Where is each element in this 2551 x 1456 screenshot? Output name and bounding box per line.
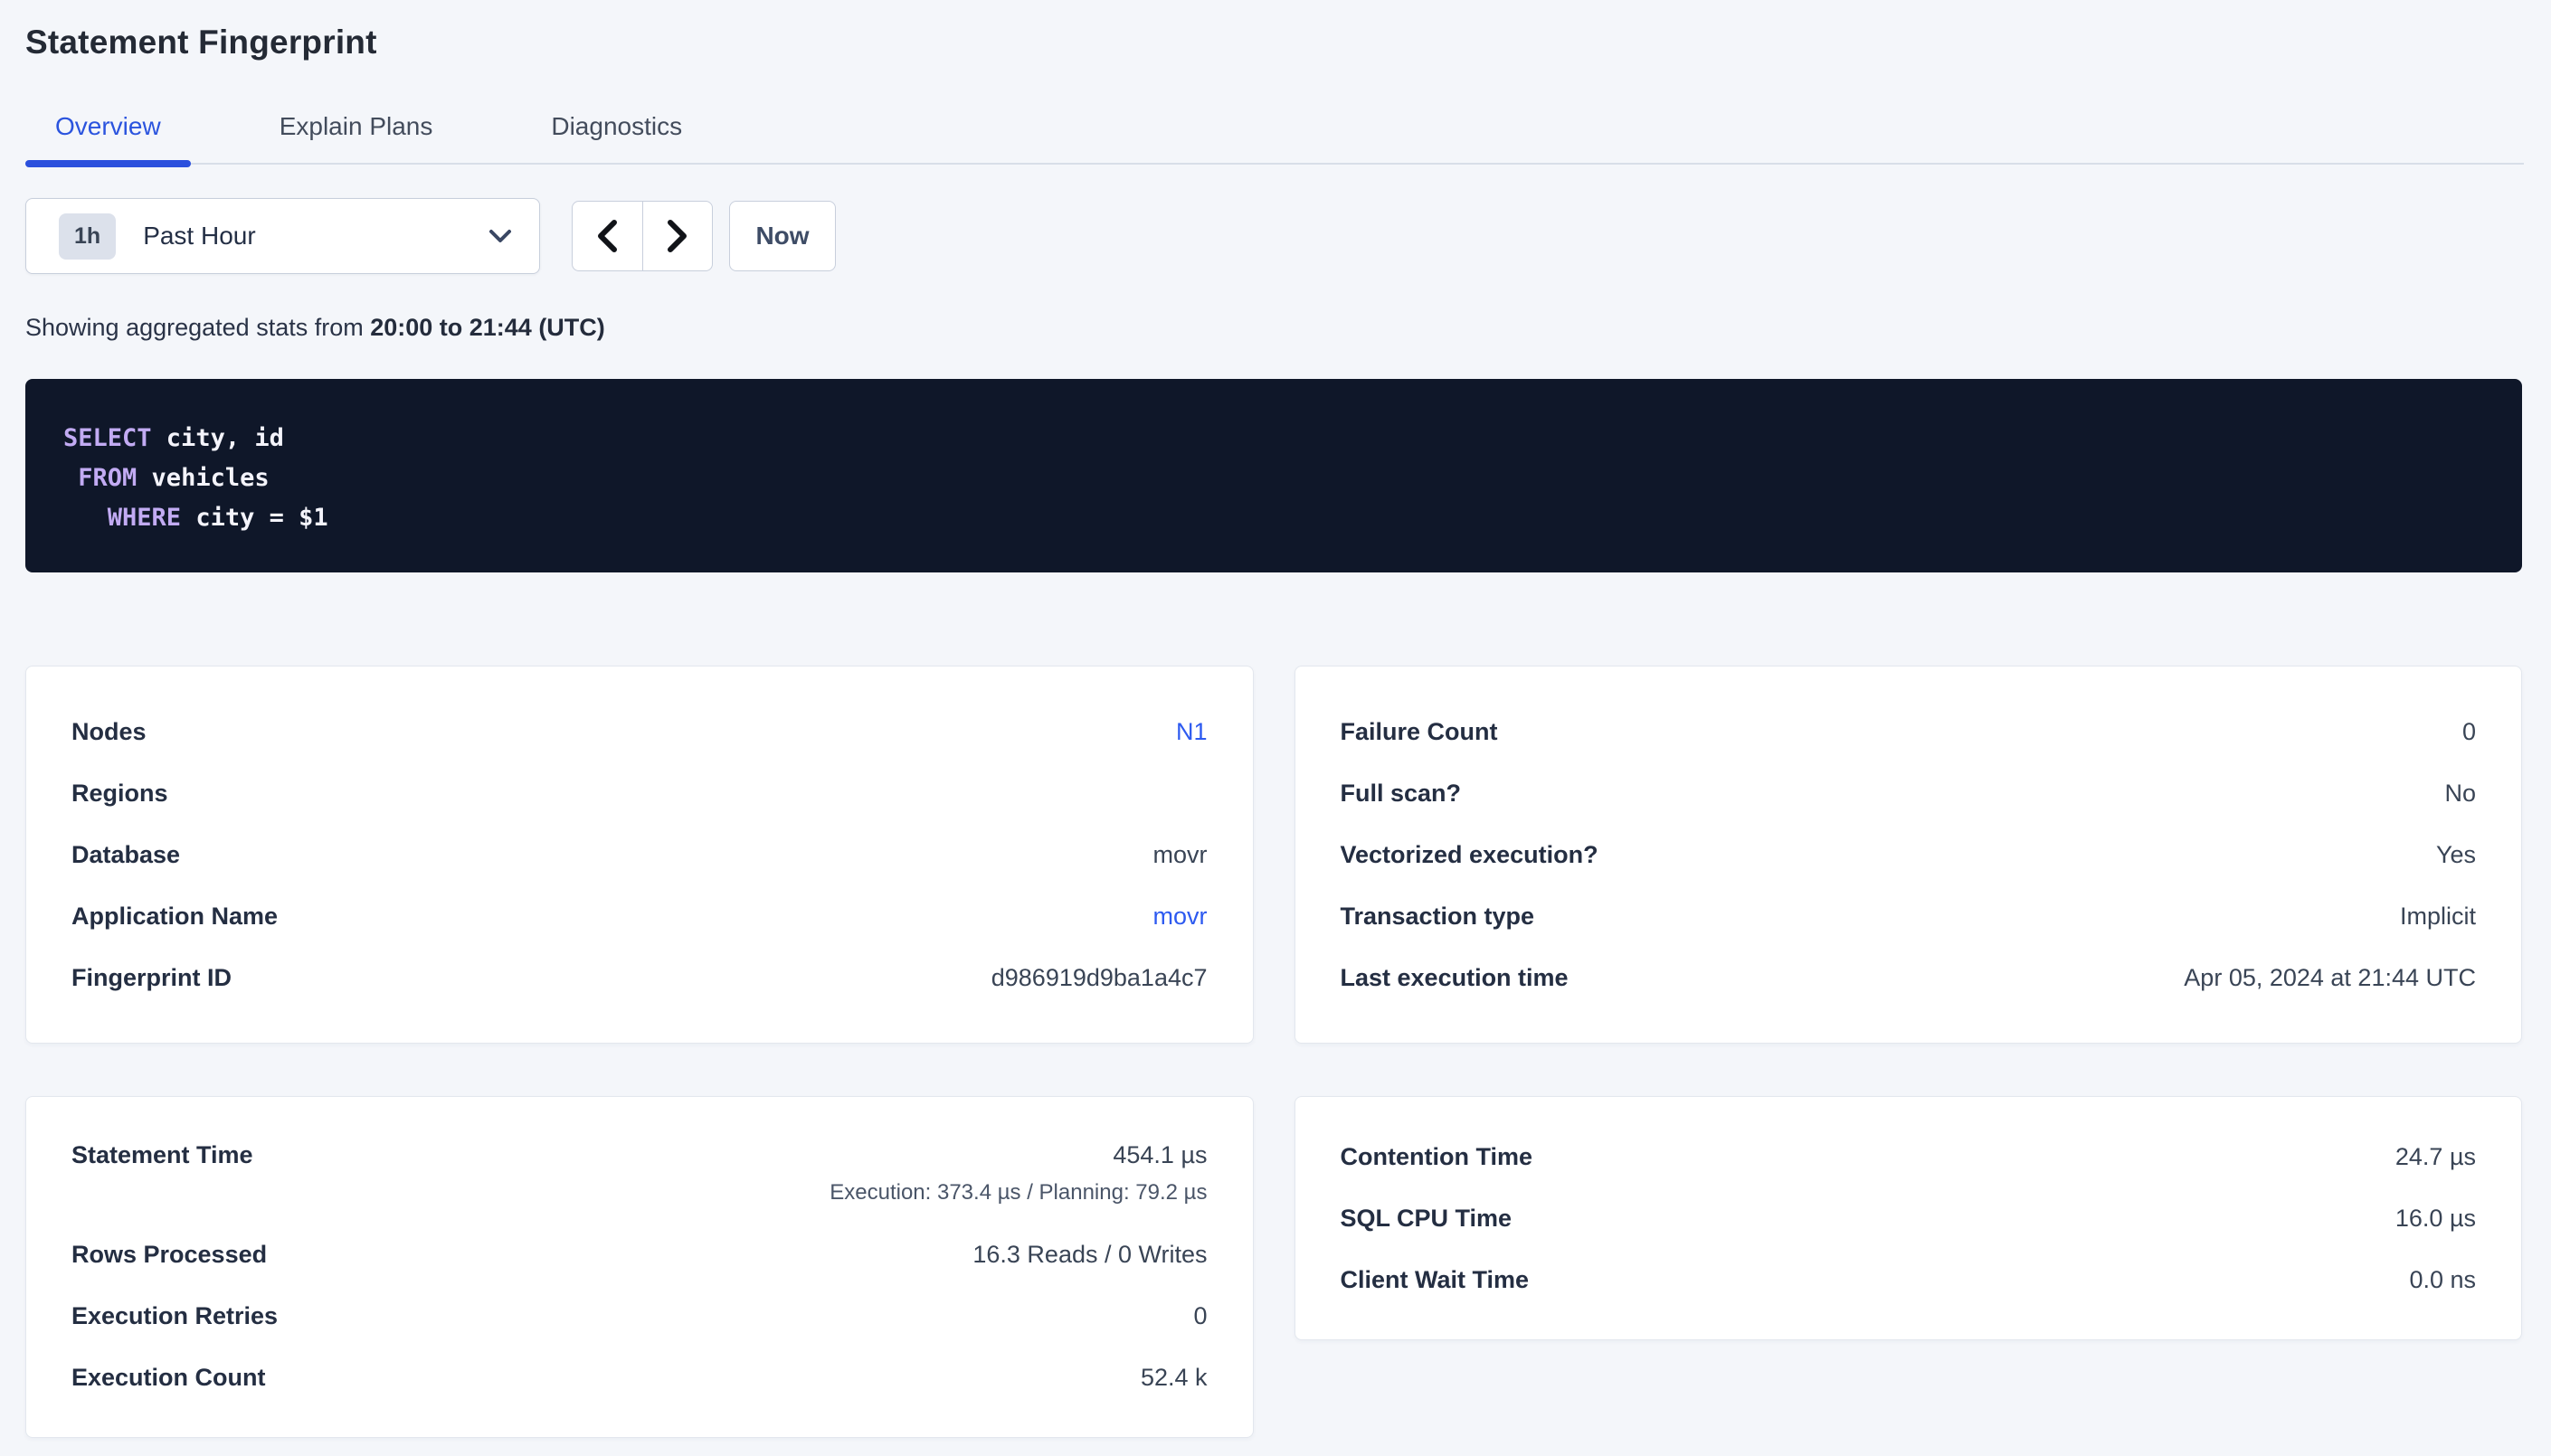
stat-row-execution-count: Execution Count 52.4 k <box>71 1347 1208 1408</box>
now-button[interactable]: Now <box>729 201 836 271</box>
row-label: Last execution time <box>1341 964 1569 992</box>
detail-row-regions: Regions <box>71 762 1208 824</box>
time-range-dropdown[interactable]: 1h Past Hour <box>25 198 540 274</box>
row-value: 24.7 µs <box>2395 1143 2476 1171</box>
row-value: movr <box>1153 841 1208 869</box>
statement-stats-card: Statement Time 454.1 µs Execution: 373.4… <box>25 1096 1254 1438</box>
stat-row-statement-time: Statement Time 454.1 µs Execution: 373.4… <box>71 1126 1208 1224</box>
execution-attributes-card: Failure Count 0 Full scan? No Vectorized… <box>1294 666 2523 1044</box>
row-value: 52.4 k <box>1141 1364 1208 1392</box>
sql-line: WHERE city = $1 <box>63 498 2486 538</box>
row-label: Database <box>71 841 180 869</box>
detail-row-transaction-type: Transaction type Implicit <box>1341 885 2477 947</box>
row-label: Transaction type <box>1341 903 1535 931</box>
row-label: Statement Time <box>71 1141 253 1169</box>
time-controls: 1h Past Hour Now <box>25 198 2524 274</box>
sql-keyword: FROM <box>78 464 137 492</box>
row-value: 16.3 Reads / 0 Writes <box>972 1241 1207 1269</box>
time-interval-badge: 1h <box>59 213 116 260</box>
time-range-nav <box>572 201 713 271</box>
row-label: Execution Retries <box>71 1302 278 1330</box>
row-value: 0.0 ns <box>2409 1266 2476 1294</box>
tab-diagnostics[interactable]: Diagnostics <box>521 112 712 163</box>
chevron-right-icon <box>666 219 689 253</box>
aggregation-note-prefix: Showing aggregated stats from <box>25 314 370 341</box>
details-cards-row: Nodes N1 Regions Database movr Applicati… <box>25 666 2522 1044</box>
row-value: Apr 05, 2024 at 21:44 UTC <box>2184 964 2476 992</box>
row-value: 0 <box>1193 1302 1207 1330</box>
statement-details-card: Nodes N1 Regions Database movr Applicati… <box>25 666 1254 1044</box>
sql-keyword: WHERE <box>108 504 181 532</box>
row-label: SQL CPU Time <box>1341 1205 1513 1233</box>
row-label: Failure Count <box>1341 718 1498 746</box>
time-range-label: Past Hour <box>143 222 256 251</box>
statement-time-breakdown: Execution: 373.4 µs / Planning: 79.2 µs <box>830 1180 1207 1205</box>
detail-row-vectorized: Vectorized execution? Yes <box>1341 824 2477 885</box>
previous-range-button[interactable] <box>573 202 643 270</box>
row-label: Rows Processed <box>71 1241 267 1269</box>
page-title: Statement Fingerprint <box>25 24 2524 61</box>
row-value: No <box>2444 780 2476 808</box>
stats-cards-row: Statement Time 454.1 µs Execution: 373.4… <box>25 1096 2522 1438</box>
sql-keyword: SELECT <box>63 424 152 452</box>
tab-explain-plans[interactable]: Explain Plans <box>250 112 463 163</box>
chevron-left-icon <box>595 219 619 253</box>
row-label: Application Name <box>71 903 278 931</box>
detail-row-application-name: Application Name movr <box>71 885 1208 947</box>
aggregation-note: Showing aggregated stats from 20:00 to 2… <box>25 314 2524 342</box>
next-range-button[interactable] <box>643 202 713 270</box>
stat-row-rows-processed: Rows Processed 16.3 Reads / 0 Writes <box>71 1224 1208 1285</box>
row-label: Nodes <box>71 718 147 746</box>
sql-line: FROM vehicles <box>63 459 2486 498</box>
row-label: Full scan? <box>1341 780 1462 808</box>
sql-line: SELECT city, id <box>63 419 2486 459</box>
statement-time-total: 454.1 µs <box>830 1141 1207 1169</box>
detail-row-database: Database movr <box>71 824 1208 885</box>
application-name-link[interactable]: movr <box>1153 903 1208 931</box>
row-value: Implicit <box>2400 903 2476 931</box>
row-value: Yes <box>2436 841 2476 869</box>
tab-bar: Overview Explain Plans Diagnostics <box>25 112 2524 165</box>
row-value: d986919d9ba1a4c7 <box>991 964 1208 992</box>
row-label: Vectorized execution? <box>1341 841 1598 869</box>
chevron-down-icon <box>488 229 512 243</box>
row-label: Fingerprint ID <box>71 964 232 992</box>
nodes-link[interactable]: N1 <box>1176 718 1208 746</box>
stat-row-execution-retries: Execution Retries 0 <box>71 1285 1208 1347</box>
row-label: Regions <box>71 780 168 808</box>
row-value: 0 <box>2462 718 2476 746</box>
statement-fingerprint-page: Statement Fingerprint Overview Explain P… <box>0 0 2551 1438</box>
detail-row-full-scan: Full scan? No <box>1341 762 2477 824</box>
row-label: Client Wait Time <box>1341 1266 1530 1294</box>
tab-overview[interactable]: Overview <box>25 112 191 163</box>
detail-row-last-execution: Last execution time Apr 05, 2024 at 21:4… <box>1341 947 2477 1008</box>
sql-statement-box: SELECT city, id FROM vehicles WHERE city… <box>25 379 2522 572</box>
wait-time-stats-card: Contention Time 24.7 µs SQL CPU Time 16.… <box>1294 1096 2523 1340</box>
stat-row-client-wait-time: Client Wait Time 0.0 ns <box>1341 1249 2477 1310</box>
statement-time-values: 454.1 µs Execution: 373.4 µs / Planning:… <box>830 1141 1207 1205</box>
detail-row-nodes: Nodes N1 <box>71 701 1208 762</box>
row-label: Execution Count <box>71 1364 266 1392</box>
detail-row-fingerprint-id: Fingerprint ID d986919d9ba1a4c7 <box>71 947 1208 1008</box>
aggregation-note-range: 20:00 to 21:44 (UTC) <box>370 314 605 341</box>
stat-row-contention-time: Contention Time 24.7 µs <box>1341 1126 2477 1187</box>
row-value: 16.0 µs <box>2395 1205 2476 1233</box>
stat-row-sql-cpu-time: SQL CPU Time 16.0 µs <box>1341 1187 2477 1249</box>
row-label: Contention Time <box>1341 1143 1533 1171</box>
detail-row-failure-count: Failure Count 0 <box>1341 701 2477 762</box>
